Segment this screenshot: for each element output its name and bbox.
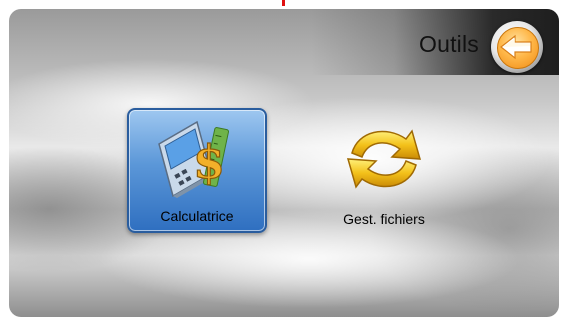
back-arrow-icon <box>500 34 532 60</box>
page-title: Outils <box>419 31 479 57</box>
red-marker <box>282 0 285 6</box>
calculator-tile[interactable]: $ Calculatrice <box>127 108 267 233</box>
calculator-label: Calculatrice <box>160 208 234 224</box>
file-manager-label: Gest. fichiers <box>343 211 425 227</box>
file-sync-icon <box>346 129 422 189</box>
svg-text:$: $ <box>193 135 225 189</box>
calculator-icon: $ <box>158 120 230 198</box>
back-button[interactable] <box>491 21 543 73</box>
file-manager-tile[interactable]: Gest. fichiers <box>314 113 454 229</box>
tools-screen: Outils $ Calculatrice Gest. fichiers <box>9 9 559 317</box>
header-bar: Outils <box>9 9 559 75</box>
